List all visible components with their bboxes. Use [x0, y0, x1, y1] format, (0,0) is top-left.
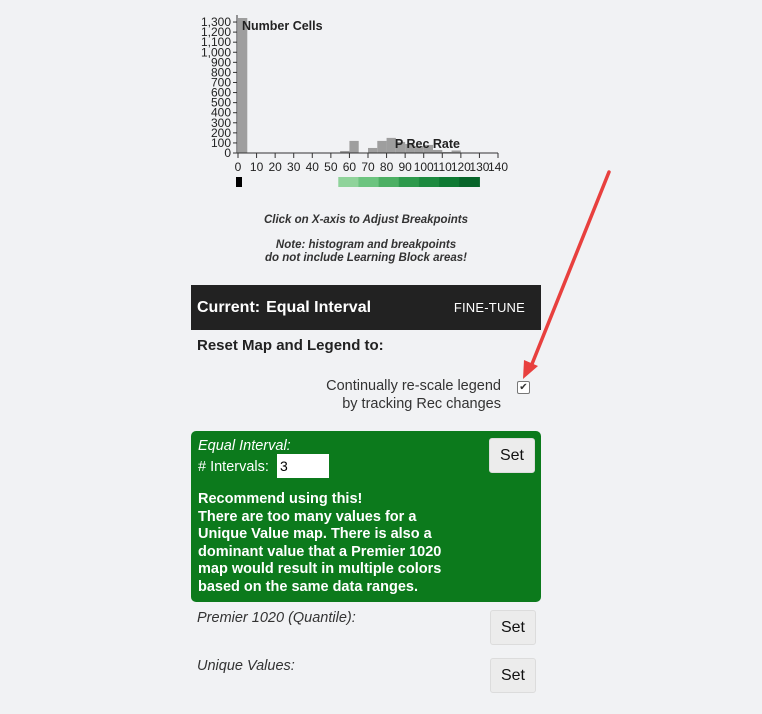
equal-interval-panel: Equal Interval: # Intervals: Set Recomme…	[191, 431, 541, 602]
set-premier-button[interactable]: Set	[490, 610, 536, 645]
premier-1020-label: Premier 1020 (Quantile):	[197, 610, 356, 626]
x-tick-label: 60	[343, 160, 357, 174]
rescale-line-1: Continually re-scale legend	[326, 378, 501, 394]
x-tick-label: 100	[414, 160, 434, 174]
set-unique-values-button[interactable]: Set	[490, 658, 536, 693]
current-method-bar: Current: Equal Interval FINE-TUNE	[191, 285, 541, 330]
x-tick-label: 20	[268, 160, 282, 174]
x-tick-label: 50	[324, 160, 338, 174]
histogram[interactable]: 1,300 1,200 1,100 1,000 900 800 700 600 500 400 30…	[190, 10, 520, 190]
click-axis-hint: Click on X-axis to Adjust Breakpoints	[263, 214, 469, 226]
legend-swatch-base	[236, 177, 242, 187]
check-icon: ✔	[519, 381, 528, 393]
fine-tune-button[interactable]: FINE-TUNE	[454, 300, 535, 315]
legend-color-swatch	[378, 177, 400, 187]
histogram-bar	[377, 140, 387, 153]
x-tick-label: 80	[380, 160, 394, 174]
x-tick-label: 140	[488, 160, 508, 174]
x-tick-label: 70	[361, 160, 375, 174]
unique-values-label: Unique Values:	[197, 658, 295, 674]
y-tick-label: 0	[224, 146, 231, 160]
recommend-line: based on the same data ranges.	[198, 578, 418, 595]
chart-title: Number Cells	[242, 19, 323, 33]
arrow-head	[523, 360, 538, 379]
legend-color-swatch	[338, 177, 359, 187]
legend-color-swatch	[459, 177, 480, 187]
equal-interval-title: Equal Interval:	[198, 438, 291, 454]
histogram-bar	[349, 140, 359, 153]
legend-color-swatch	[398, 177, 420, 187]
recommend-line: Recommend using this!	[198, 491, 363, 507]
current-method: Equal Interval	[266, 298, 372, 316]
x-tick-label: 130	[469, 160, 489, 174]
x-tick-label: 30	[287, 160, 301, 174]
arrow-shaft	[528, 170, 611, 371]
legend-color-swatch	[418, 177, 440, 187]
recommend-line: map would result in multiple colors	[198, 561, 442, 577]
set-equal-interval-button[interactable]: Set	[489, 438, 535, 473]
rescale-legend-checkbox[interactable]: ✔	[517, 381, 530, 394]
note-line-1: Note: histogram and breakpoints	[275, 239, 457, 251]
note-line-2: do not include Learning Block areas!	[265, 252, 467, 264]
x-tick-label: 110	[433, 160, 452, 174]
intervals-label: # Intervals:	[198, 459, 269, 475]
x-tick-label: 120	[451, 160, 471, 174]
x-tick-label: 40	[306, 160, 320, 174]
histogram-note: Note: histogram and breakpoints do not i…	[190, 239, 542, 265]
current-label: Current:	[197, 298, 261, 316]
intervals-input[interactable]	[277, 454, 329, 478]
histogram-chart[interactable]: 1,3001,2001,1001,00090080070060050040030…	[190, 10, 520, 190]
recommend-line: There are too many values for a	[198, 508, 417, 525]
histogram-bar	[238, 18, 248, 153]
recommend-line: Unique Value map. There is also a	[198, 526, 432, 542]
x-tick-label: 0	[235, 160, 242, 174]
x-tick-label: 10	[250, 160, 264, 174]
rescale-line-2: by tracking Rec changes	[342, 396, 501, 412]
x-axis-title: P Rec Rate	[395, 137, 460, 151]
reset-title: Reset Map and Legend to:	[197, 337, 384, 354]
histogram-bar	[368, 147, 378, 153]
legend-color-swatch	[358, 177, 380, 187]
x-tick-label: 90	[398, 160, 412, 174]
legend-color-swatch	[439, 177, 460, 187]
recommendation-text: Recommend using this! There are too many…	[198, 491, 478, 596]
recommend-line: dominant value that a Premier 1020	[198, 543, 442, 560]
rescale-legend-label: Continually re-scale legend by tracking …	[290, 377, 501, 413]
